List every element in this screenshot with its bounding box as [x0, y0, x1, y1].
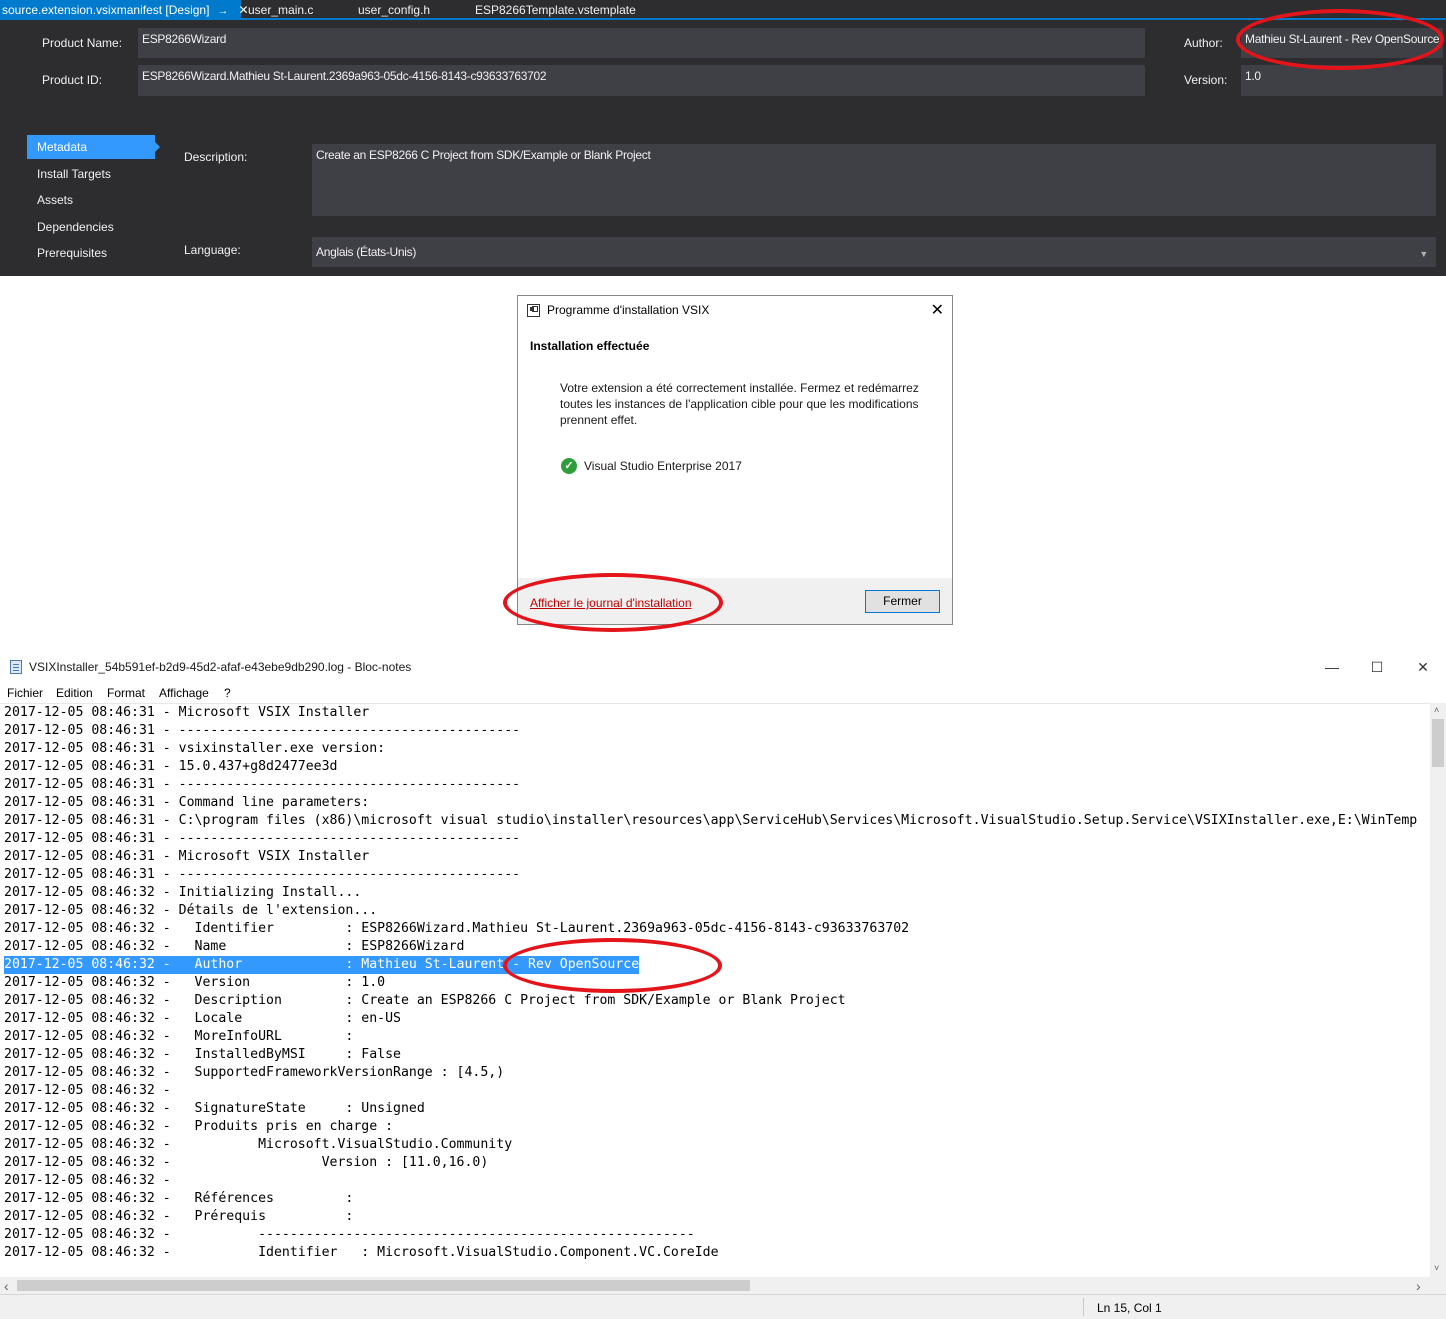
- menu-format[interactable]: Format: [107, 686, 145, 700]
- product-name-field[interactable]: ESP8266Wizard: [138, 28, 1145, 58]
- log-line: 2017-12-05 08:46:31 - Command line param…: [4, 795, 370, 810]
- product-name-label: Product Name:: [42, 36, 123, 50]
- log-line: 2017-12-05 08:46:32 - Description : Crea…: [4, 993, 846, 1008]
- scroll-down-icon[interactable]: ˅: [1434, 1263, 1439, 1273]
- log-line: 2017-12-05 08:46:32 - SupportedFramework…: [4, 1065, 505, 1080]
- log-line: 2017-12-05 08:46:31 - ------------------…: [4, 723, 521, 738]
- log-line: 2017-12-05 08:46:31 - ------------------…: [4, 777, 521, 792]
- dialog-message: Votre extension a été correctement insta…: [560, 381, 919, 427]
- notepad-window: VSIXInstaller_54b591ef-b2d9-45d2-afaf-e4…: [0, 652, 1446, 1319]
- cursor-position: Ln 15, Col 1: [1097, 1301, 1162, 1315]
- log-line: 2017-12-05 08:46:32 - Prérequis :: [4, 1209, 354, 1224]
- log-line: 2017-12-05 08:46:32 -: [4, 1083, 171, 1098]
- tab-vsixmanifest-design[interactable]: source.extension.vsixmanifest [Design] → ✕: [0, 0, 249, 20]
- vsix-installer-icon: [527, 304, 540, 317]
- nav-prerequisites[interactable]: Prerequisites: [27, 241, 155, 265]
- nav-install-targets[interactable]: Install Targets: [27, 162, 155, 186]
- log-line: 2017-12-05 08:46:32 - Références :: [4, 1191, 354, 1206]
- log-line: 2017-12-05 08:46:32 - Détails de l'exten…: [4, 903, 378, 918]
- log-line: 2017-12-05 08:46:32 - Identifier : ESP82…: [4, 921, 910, 936]
- log-line: 2017-12-05 08:46:32 - InstalledByMSI : F…: [4, 1047, 401, 1062]
- menu-help[interactable]: ?: [224, 686, 231, 700]
- manifest-designer: source.extension.vsixmanifest [Design] → ✕…: [0, 0, 1446, 276]
- notepad-icon: [10, 660, 22, 674]
- log-text-area[interactable]: 2017-12-05 08:46:31 - Microsoft VSIX Ins…: [0, 703, 1430, 1277]
- document-tab-bar: source.extension.vsixmanifest [Design] → ✕…: [0, 0, 1446, 20]
- log-line: 2017-12-05 08:46:32 - Produits pris en c…: [4, 1119, 394, 1134]
- nav-dependencies[interactable]: Dependencies: [27, 215, 155, 239]
- pin-icon[interactable]: →: [217, 5, 228, 17]
- menu-fichier[interactable]: Fichier: [7, 686, 43, 700]
- description-field[interactable]: Create an ESP8266 C Project from SDK/Exa…: [312, 144, 1436, 216]
- annotation-ellipse-log-author: [503, 938, 722, 993]
- annotation-ellipse-author: [1236, 9, 1444, 70]
- tab-label: user_main.c: [248, 3, 314, 17]
- author-label: Author:: [1184, 36, 1223, 50]
- tab-user-main-c[interactable]: user_main.c: [246, 0, 313, 20]
- scroll-left-icon[interactable]: ‹: [4, 1278, 9, 1294]
- scroll-up-icon[interactable]: ˄: [1434, 705, 1439, 715]
- maximize-icon[interactable]: ☐: [1362, 656, 1392, 678]
- menu-edition[interactable]: Edition: [56, 686, 93, 700]
- nav-assets[interactable]: Assets: [27, 188, 155, 212]
- tab-esp8266-template[interactable]: ESP8266Template.vstemplate: [473, 0, 636, 20]
- version-label: Version:: [1184, 73, 1228, 87]
- log-line: 2017-12-05 08:46:32 - Version : [11.0,16…: [4, 1155, 489, 1170]
- menu-bar: Fichier Edition Format Affichage ?: [0, 683, 1446, 703]
- tab-label: user_config.h: [358, 3, 431, 17]
- window-title: VSIXInstaller_54b591ef-b2d9-45d2-afaf-e4…: [29, 660, 412, 674]
- log-line: 2017-12-05 08:46:32 - Initializing Insta…: [4, 885, 362, 900]
- language-label: Language:: [184, 243, 241, 257]
- log-line: 2017-12-05 08:46:32 - Microsoft.VisualSt…: [4, 1137, 513, 1152]
- status-bar: Ln 15, Col 1: [0, 1294, 1446, 1319]
- close-button[interactable]: Fermer: [865, 590, 940, 613]
- dialog-title: Programme d'installation VSIX: [547, 303, 710, 317]
- minimize-icon[interactable]: —: [1317, 656, 1347, 678]
- log-line: 2017-12-05 08:46:32 - MoreInfoURL :: [4, 1029, 354, 1044]
- success-check-icon: ✓: [561, 458, 577, 474]
- horizontal-scrollbar[interactable]: ‹ ›: [0, 1277, 1430, 1294]
- log-line: 2017-12-05 08:46:32 - Name : ESP8266Wiza…: [4, 939, 465, 954]
- chevron-down-icon: ▼: [1419, 249, 1428, 259]
- log-line: 2017-12-05 08:46:31 - ------------------…: [4, 867, 521, 882]
- log-line: 2017-12-05 08:46:31 - 15.0.437+g8d2477ee…: [4, 759, 338, 774]
- log-line: 2017-12-05 08:46:32 - Locale : en-US: [4, 1011, 401, 1026]
- log-line: 2017-12-05 08:46:32 - Identifier : Micro…: [4, 1245, 719, 1260]
- log-line: 2017-12-05 08:46:31 - Microsoft VSIX Ins…: [4, 705, 370, 720]
- product-id-field[interactable]: ESP8266Wizard.Mathieu St-Laurent.2369a96…: [138, 65, 1145, 96]
- log-line: 2017-12-05 08:46:32 - Version : 1.0: [4, 975, 386, 990]
- tab-user-config-h[interactable]: user_config.h: [356, 0, 430, 20]
- tab-label: ESP8266Template.vstemplate: [475, 3, 636, 17]
- menu-affichage[interactable]: Affichage: [159, 686, 209, 700]
- tab-label: source.extension.vsixmanifest [Design]: [2, 3, 210, 17]
- log-line: 2017-12-05 08:46:32 -: [4, 1173, 171, 1188]
- description-label: Description:: [184, 150, 248, 164]
- installed-product-label: Visual Studio Enterprise 2017: [584, 459, 742, 473]
- horizontal-scroll-thumb[interactable]: [17, 1280, 750, 1291]
- log-line: 2017-12-05 08:46:31 - vsixinstaller.exe …: [4, 741, 386, 756]
- close-icon[interactable]: ✕: [931, 300, 944, 320]
- scrollbar-corner: [1430, 1277, 1446, 1294]
- vertical-scrollbar[interactable]: ˄ ˅: [1430, 703, 1446, 1277]
- status-divider: [1083, 1298, 1084, 1316]
- vertical-scroll-thumb[interactable]: [1432, 719, 1444, 767]
- language-value: Anglais (États-Unis): [316, 245, 417, 259]
- scroll-right-icon[interactable]: ›: [1416, 1278, 1421, 1294]
- language-select[interactable]: Anglais (États-Unis) ▼: [312, 237, 1436, 267]
- product-id-label: Product ID:: [42, 73, 103, 87]
- log-line: 2017-12-05 08:46:31 - ------------------…: [4, 831, 521, 846]
- close-window-icon[interactable]: ✕: [1408, 656, 1438, 678]
- log-line: 2017-12-05 08:46:32 - SignatureState : U…: [4, 1101, 425, 1116]
- log-line: 2017-12-05 08:46:31 - C:\program files (…: [4, 813, 1418, 828]
- nav-metadata[interactable]: Metadata: [27, 135, 160, 159]
- dialog-heading: Installation effectuée: [530, 339, 650, 353]
- log-line: 2017-12-05 08:46:31 - Microsoft VSIX Ins…: [4, 849, 370, 864]
- log-line: 2017-12-05 08:46:32 - ------------------…: [4, 1227, 695, 1242]
- annotation-ellipse-log-link: [503, 573, 723, 632]
